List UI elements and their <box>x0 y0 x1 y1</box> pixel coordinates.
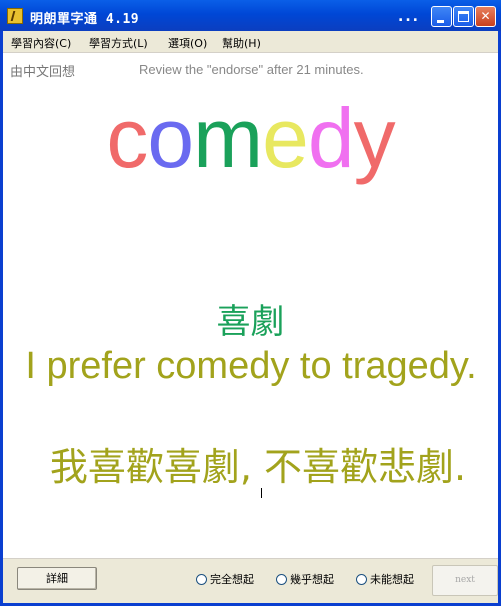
menu-options[interactable]: 選項(O) <box>168 35 207 51</box>
chinese-definition: 喜劇 <box>216 302 285 342</box>
detail-button[interactable]: 詳細 <box>17 567 97 590</box>
title-bar[interactable]: 明朗單字通 4.19 ... ✕ <box>0 0 501 31</box>
vocabulary-word: comedy <box>0 88 501 188</box>
radio-icon[interactable] <box>196 573 207 585</box>
next-button[interactable]: next <box>432 565 498 596</box>
mode-hint: 由中文回想 <box>10 65 76 80</box>
menu-content[interactable]: 學習內容(C) <box>11 35 71 51</box>
word-letter: y <box>353 91 396 185</box>
window-title: 明朗單字通 4.19 <box>30 12 140 27</box>
word-letter: d <box>307 91 355 185</box>
review-hint: Review the "endorse" after 21 minutes. <box>139 62 364 77</box>
extra-button[interactable]: ... <box>398 9 426 25</box>
radio-icon[interactable] <box>356 573 367 585</box>
word-letter: c <box>106 91 148 185</box>
radio-not-recalled[interactable]: 未能想起 <box>356 571 414 587</box>
close-button[interactable]: ✕ <box>475 6 496 27</box>
app-icon <box>7 8 23 24</box>
example-sentence-chinese: 我喜歡喜劇, 不喜歡悲劇. <box>49 445 467 489</box>
menu-bar: 學習內容(C) 學習方式(L) 選項(O) 幫助(H) <box>3 31 498 53</box>
word-letter: e <box>262 91 309 185</box>
close-icon: ✕ <box>480 9 491 23</box>
text-cursor <box>261 488 262 498</box>
word-letter: o <box>147 91 194 185</box>
minimize-button[interactable] <box>431 6 452 27</box>
radio-icon[interactable] <box>276 573 287 585</box>
radio-almost-recalled[interactable]: 幾乎想起 <box>276 571 334 587</box>
menu-help[interactable]: 幫助(H) <box>222 35 261 51</box>
example-sentence-english: I prefer comedy to tragedy. <box>25 345 477 387</box>
word-letter: m <box>193 91 263 185</box>
minimize-icon <box>437 20 444 23</box>
menu-method[interactable]: 學習方式(L) <box>89 35 148 51</box>
maximize-icon <box>458 11 469 22</box>
radio-fully-recalled[interactable]: 完全想起 <box>196 571 254 587</box>
bottom-bar: 詳細 完全想起 幾乎想起 未能想起 next <box>3 558 498 603</box>
maximize-button[interactable] <box>453 6 474 27</box>
